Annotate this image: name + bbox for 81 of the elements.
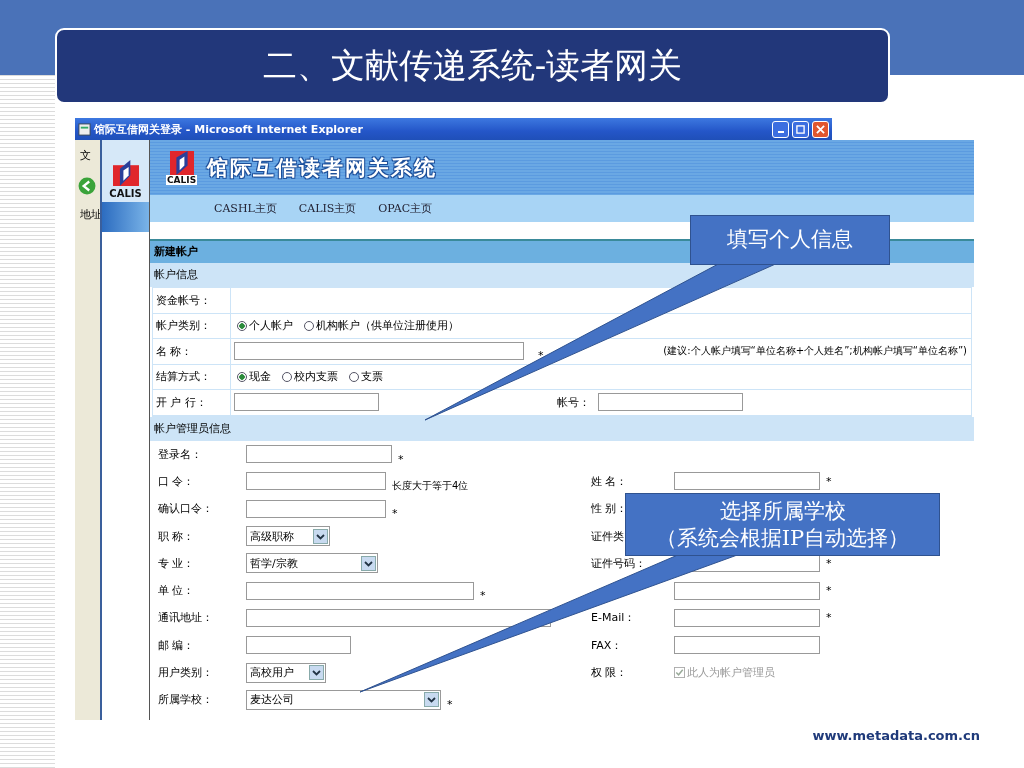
checkbox-label: 此人为帐户管理员	[687, 665, 775, 680]
input-field[interactable]	[246, 636, 351, 655]
field-label: 专 业：	[158, 555, 195, 571]
required-mark: *	[826, 556, 832, 570]
field-label: 职 称：	[158, 528, 195, 544]
radio-option[interactable]: 个人帐户	[237, 318, 293, 334]
logo-icon	[168, 150, 195, 175]
input-field[interactable]	[246, 499, 386, 518]
field-label: 通讯地址：	[158, 610, 213, 626]
radio-option[interactable]: 机构帐户（供单位注册使用）	[304, 318, 459, 334]
required-mark: *	[447, 698, 453, 714]
logo-text: CALIS	[166, 174, 198, 185]
required-mark: *	[538, 348, 544, 364]
input-field[interactable]	[246, 581, 474, 600]
nav-link[interactable]: OPAC主页	[378, 201, 433, 216]
field-label: 帐号：	[557, 394, 590, 410]
hint-text: (建议:个人帐户填写“单位名称+个人姓名”;机构帐户填写“单位名称”)	[663, 344, 968, 359]
callout: 选择所属学校 （系统会根据IP自动选择）	[625, 493, 940, 556]
dropdown[interactable]: 高级职称	[246, 526, 330, 547]
section-header: 帐户管理员信息	[150, 416, 974, 441]
dropdown[interactable]: 哲学/宗教	[246, 553, 378, 574]
input-field[interactable]	[246, 472, 386, 491]
field-label: 名 称：	[153, 339, 231, 364]
close-icon	[816, 124, 825, 134]
logo-icon	[112, 158, 139, 188]
field-label: 证件号码：	[591, 555, 646, 571]
radio-option[interactable]: 现金	[237, 369, 271, 385]
site-title: 馆际互借读者网关系统	[207, 154, 438, 182]
logo-text: CALIS	[109, 188, 142, 199]
input-field[interactable]	[246, 445, 392, 464]
required-mark: *	[826, 584, 832, 598]
minimize-button[interactable]	[772, 120, 789, 138]
field-label: 单 位：	[158, 583, 195, 599]
close-button[interactable]	[812, 120, 829, 138]
hint-text: 长度大于等于4位	[392, 479, 469, 494]
page-icon	[78, 122, 91, 136]
field-label: FAX：	[591, 637, 623, 653]
dropdown[interactable]: 高校用户	[246, 662, 326, 683]
input-field[interactable]	[674, 472, 820, 491]
field-label: 所属学校：	[158, 692, 213, 708]
input-field[interactable]	[234, 393, 379, 412]
required-mark: *	[826, 474, 832, 488]
nav-link[interactable]: CASHL主页	[214, 201, 277, 216]
field-label: 结算方式：	[153, 364, 231, 389]
field-label: 登录名：	[158, 446, 202, 462]
menu-item[interactable]: 文	[75, 140, 91, 163]
field-label: E-Mail：	[591, 610, 636, 626]
field-label: 用户类别：	[158, 665, 213, 680]
field-label: 帐户类别：	[153, 313, 231, 338]
nav-link[interactable]: CALIS主页	[298, 201, 357, 216]
maximize-icon	[796, 124, 805, 134]
section-header: 帐户信息	[150, 263, 974, 287]
input-field[interactable]	[234, 342, 524, 361]
required-mark: *	[826, 611, 832, 625]
required-mark: *	[392, 507, 398, 523]
field-label: 性 别：	[591, 501, 628, 517]
field-label: 权 限：	[591, 665, 628, 680]
field-label: 姓 名：	[591, 473, 628, 489]
field-label: 确认口令：	[158, 501, 213, 517]
radio-option[interactable]: 支票	[349, 369, 383, 385]
field-label: 证件类	[591, 528, 624, 544]
required-mark: *	[398, 452, 404, 468]
radio-option[interactable]: 校内支票	[282, 369, 338, 385]
field-label: 开 户 行：	[153, 390, 231, 415]
required-mark: *	[480, 589, 486, 605]
callout: 填写个人信息	[690, 215, 890, 265]
slide-title: 二、文献传递系统-读者网关	[55, 28, 890, 104]
field-label: 口 令：	[158, 473, 195, 489]
dropdown[interactable]: 麦达公司	[246, 689, 441, 710]
maximize-button[interactable]	[792, 120, 809, 138]
window-title: 馆际互借网关登录 - Microsoft Internet Explorer	[94, 121, 363, 137]
input-field[interactable]	[674, 581, 820, 600]
field-label: 邮 编：	[158, 637, 195, 653]
footer-url: www.metadata.com.cn	[811, 727, 981, 743]
minimize-icon	[777, 130, 784, 133]
input-field[interactable]	[598, 393, 743, 412]
field-label: 资金帐号：	[153, 288, 231, 313]
input-field[interactable]	[674, 608, 820, 627]
input-field[interactable]	[674, 636, 820, 655]
sidebar-band	[102, 202, 149, 232]
input-field[interactable]	[246, 608, 551, 627]
